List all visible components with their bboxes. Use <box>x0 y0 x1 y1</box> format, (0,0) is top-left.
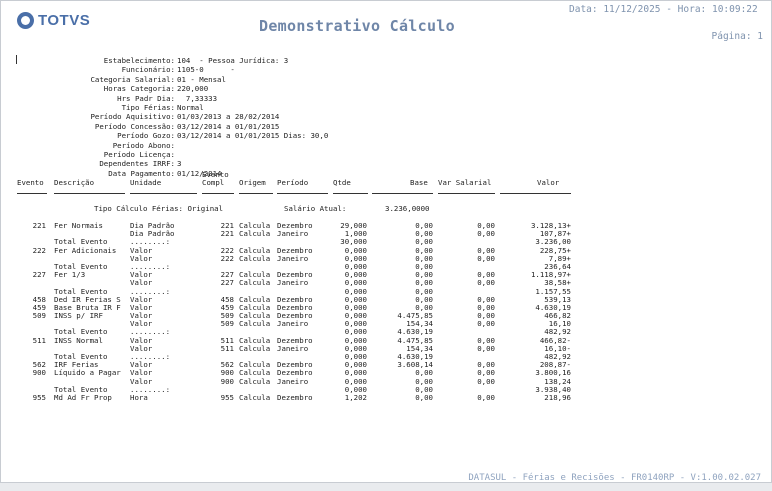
info-value: 7,33333 <box>177 93 218 103</box>
table-row: Valor 222 Calcula Janeiro 0,000 0,00 0,00 7,89+ <box>1 254 771 263</box>
info-label: Hrs Padr Dia: <box>117 93 175 103</box>
info-value: Normal <box>177 102 204 112</box>
cell-base: 0,00 <box>415 392 433 402</box>
salario-atual-label: Salário Atual: <box>284 204 347 213</box>
info-label: Período Licença: <box>103 149 175 159</box>
cell-descricao: Md Ad Fr Prop <box>54 392 112 402</box>
report-page: TOTVS Demonstrativo Cálculo Data: 11/12/… <box>0 0 772 483</box>
table-row: 459 Base Bruta IR F Valor 459 Calcula Dezembr… <box>1 303 771 312</box>
info-label: Tipo Férias: <box>121 102 175 112</box>
info-label: Data Pagamento: <box>108 168 175 178</box>
col-base: Base <box>410 178 428 187</box>
table-row: 562 IRF Ferias Valor 562 Calcula Dezembro 0,00… <box>1 360 771 369</box>
report-title: Demonstrativo Cálculo <box>259 17 455 35</box>
logo-text: TOTVS <box>38 12 91 29</box>
rule-periodo <box>277 193 328 194</box>
table-row: 458 Ded IR Ferias S Valor 458 Calcula Dezembr… <box>1 295 771 304</box>
totvs-logo-icon <box>17 12 34 29</box>
info-label: Dependentes IRRF: <box>99 159 175 169</box>
info-value: 1105-0 - <box>177 65 235 75</box>
col-descricao: Descrição <box>54 178 95 187</box>
table-row: 511 INSS Normal Valor 511 Calcula Dezembro 0,0… <box>1 336 771 345</box>
info-label: Horas Categoria: <box>103 84 175 94</box>
cell-qtde: 1,202 <box>344 392 367 402</box>
table-row: Valor 511 Calcula Janeiro 0,000 154,34 0,00 16,… <box>1 344 771 353</box>
table-row: Total Evento........: 30,000 0,00 3.236,00 <box>1 237 771 246</box>
rule-valor <box>500 193 571 194</box>
rule-descricao <box>54 193 125 194</box>
table-row: Total Evento........: 0,000 0,00 236,64 <box>1 262 771 271</box>
info-label: Período Aquisitivo: <box>90 112 175 122</box>
info-value: 104 - Pessoa Jurídica: 3 <box>177 56 289 65</box>
footer-program-info: DATASUL - Férias e Recisões - FR0140RP -… <box>468 473 761 483</box>
col-unidade: Unidade <box>130 178 162 187</box>
info-value: 01 - Mensal <box>177 74 226 84</box>
rule-base <box>372 193 433 194</box>
col-origem: Origem <box>239 178 266 187</box>
rule-unidade <box>130 193 197 194</box>
col-periodo: Período <box>277 178 309 187</box>
rule-origem <box>239 193 273 194</box>
info-label: Período Abono: <box>112 140 175 150</box>
totvs-logo: TOTVS <box>17 11 107 31</box>
rule-var <box>438 193 495 194</box>
cell-valor: 218,96 <box>544 392 571 402</box>
info-label: Funcionário: <box>121 65 175 75</box>
info-label: Período Gozo: <box>117 131 175 141</box>
info-label: Período Concessão: <box>94 121 175 131</box>
info-label: Categoria Salarial: <box>90 74 175 84</box>
table-row: Total Evento........: 0,000 4.630,19 482,92 <box>1 352 771 361</box>
rule-qtde <box>333 193 368 194</box>
table-row: Valor 227 Calcula Janeiro 0,000 0,00 0,00 38,58… <box>1 278 771 287</box>
cell-periodo: Dezembro <box>277 392 313 402</box>
info-value: 01/03/2013 a 28/02/2014 <box>177 112 280 122</box>
col-valor: Valor <box>537 178 560 187</box>
table-row: 221 Fer Normais Dia Padrão 221 Calcula Dezemb… <box>1 221 771 230</box>
table-row: 509 INSS p/ IRF Valor 509 Calcula Dezembro 0,0… <box>1 311 771 320</box>
info-value: 03/12/2014 a 01/01/2015 <box>177 121 280 131</box>
cell-origem: Calcula <box>239 392 271 402</box>
table-row: Total Evento........: 0,000 0,00 1.157,55 <box>1 287 771 296</box>
col-qtde: Qtde <box>333 178 351 187</box>
table-row: Dia Padrão 221 Calcula Janeiro 1,000 0,00 0,00… <box>1 229 771 238</box>
table-row: 222 Fer Adicionais Valor 222 Calcula Dezembro… <box>1 246 771 255</box>
rule-compl <box>202 193 234 194</box>
table-row: 227 Fer 1/3 Valor 227 Calcula Dezembro 0,000 0,… <box>1 270 771 279</box>
date-time: Data: 11/12/2025 - Hora: 10:09:22 <box>569 4 758 15</box>
info-value: 03/12/2014 a 01/01/2015 Dias: 30,0 <box>177 131 329 141</box>
table-row: Total Evento........: 0,000 4.630,19 482,92 <box>1 327 771 336</box>
table-row: Valor 509 Calcula Janeiro 0,000 154,34 0,00 16,… <box>1 319 771 328</box>
table-row: 900 Líquido a Pagar Valor 900 Calcula Dezembr… <box>1 368 771 377</box>
cell-unidade: Hora <box>130 392 148 402</box>
salario-atual-value: 3.236,0000 <box>385 204 430 213</box>
col-evento-compl-2: Compl <box>202 178 225 187</box>
table-row: 955 Md Ad Fr Prop Hora 955 Calcula Dezembro 1,… <box>1 392 771 402</box>
rule-evento <box>17 193 47 194</box>
info-value: 220,000 <box>177 84 209 94</box>
tipo-calculo-ferias: Tipo Cálculo Férias: Original <box>94 204 224 213</box>
info-label: Estabelecimento: <box>103 56 175 65</box>
page-number: Página: 1 <box>711 31 763 42</box>
cell-var-salarial: 0,00 <box>477 392 495 402</box>
table-row: Valor 900 Calcula Janeiro 0,000 0,00 0,00 138,2… <box>1 377 771 386</box>
info-value: 3 <box>177 159 182 169</box>
col-var-salarial: Var Salarial <box>438 178 492 187</box>
cell-evento: 955 <box>32 392 46 402</box>
table-row: Total Evento........: 0,000 0,00 3.938,40 <box>1 385 771 394</box>
cell-compl: 955 <box>220 392 234 402</box>
col-evento: Evento <box>17 178 44 187</box>
events-table: 221 Fer Normais Dia Padrão 221 Calcula Dezemb… <box>1 221 771 402</box>
